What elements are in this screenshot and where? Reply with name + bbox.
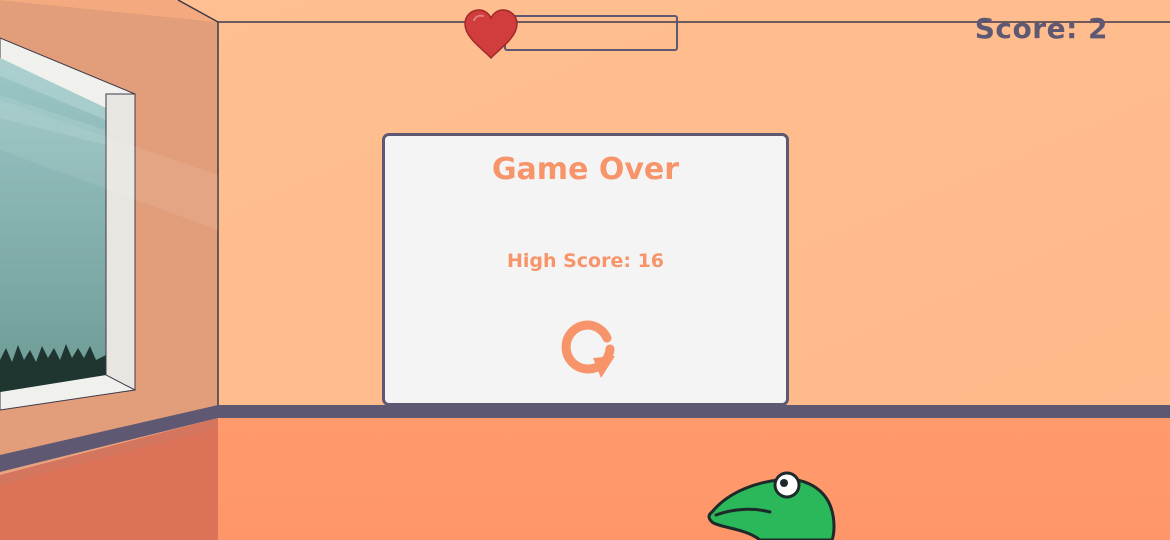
score-display: Score: 2 xyxy=(974,12,1108,45)
game-over-title: Game Over xyxy=(491,152,680,187)
restart-button[interactable] xyxy=(555,316,621,382)
baseboard xyxy=(218,405,1170,418)
heart-icon xyxy=(464,9,518,60)
game-over-dialog: Game Over High Score: 16 xyxy=(382,133,789,406)
restart-icon xyxy=(561,320,615,378)
health-meter xyxy=(462,8,682,60)
high-score-label: High Score: 16 xyxy=(506,250,665,272)
health-bar xyxy=(504,15,678,51)
